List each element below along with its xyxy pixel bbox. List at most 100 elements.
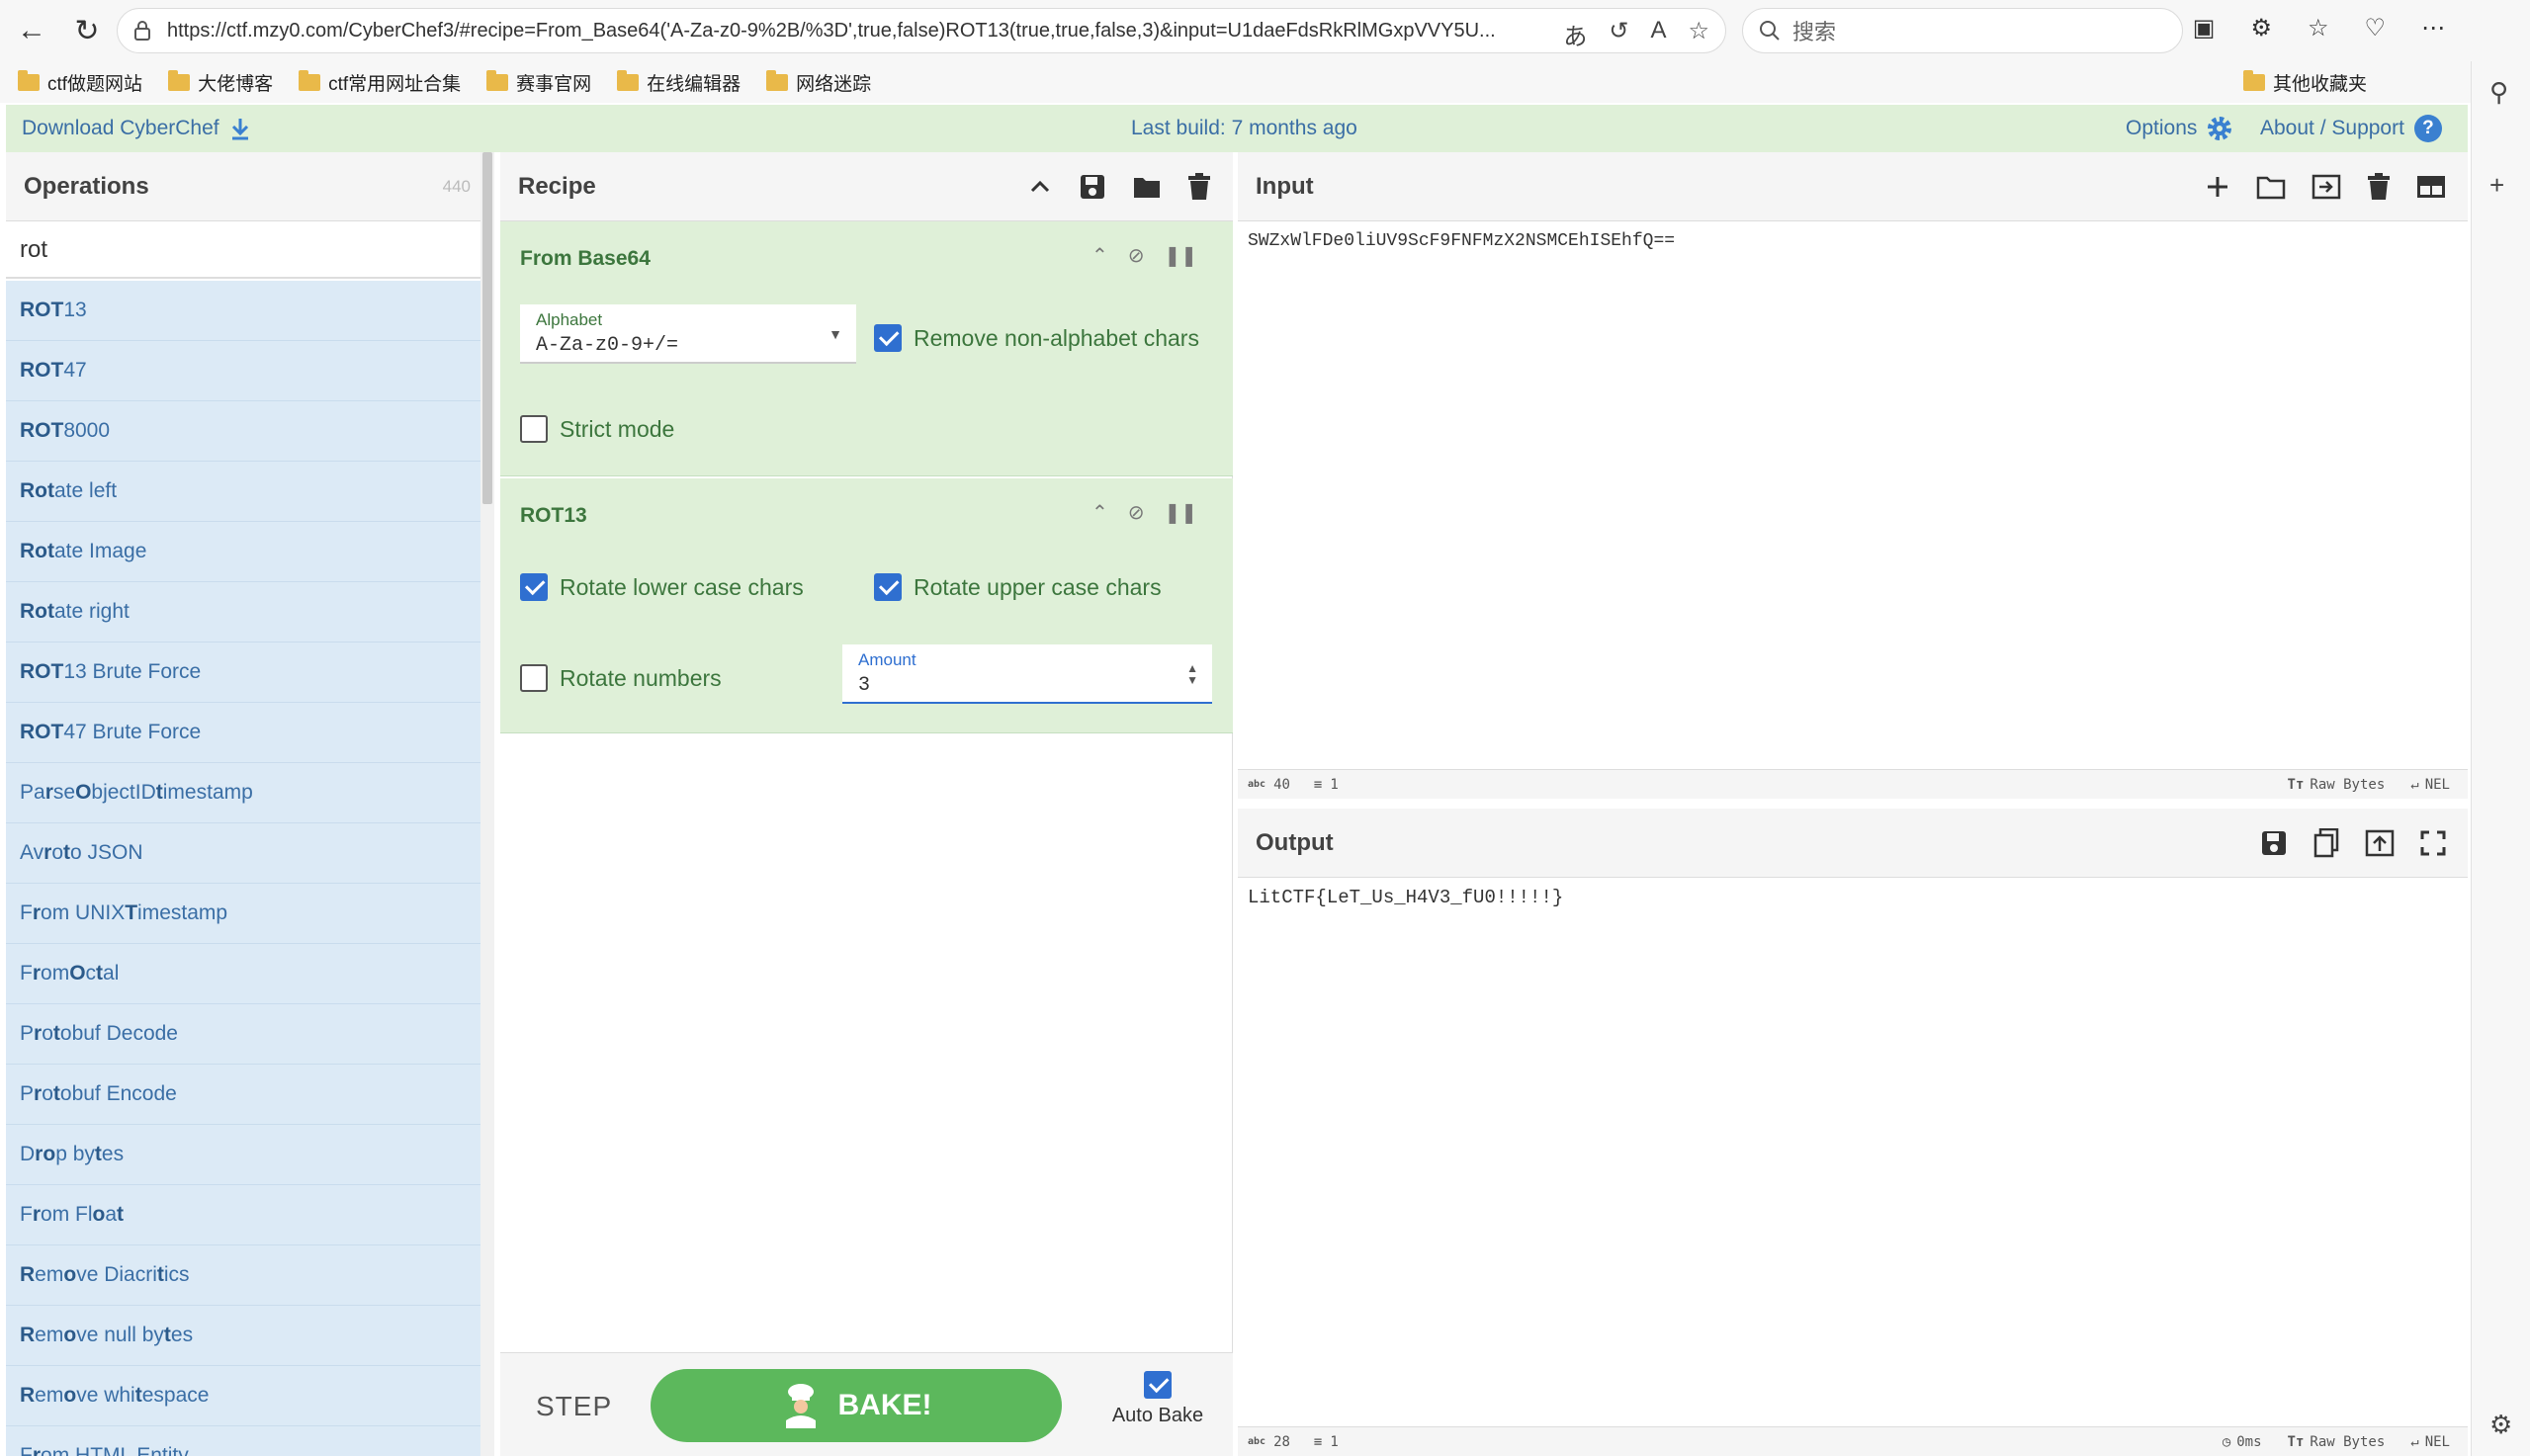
disable-op-icon[interactable]: ⊘ bbox=[1128, 500, 1145, 525]
collapse-all-icon[interactable] bbox=[1027, 174, 1053, 200]
checkbox-checked[interactable] bbox=[520, 573, 548, 601]
clear-input-icon[interactable] bbox=[2367, 172, 2391, 201]
operations-scrollbar[interactable] bbox=[480, 152, 494, 1456]
bookmark-folder[interactable]: 大佬博客 bbox=[168, 69, 273, 96]
breakpoint-icon[interactable]: ❚❚ bbox=[1164, 500, 1197, 525]
about-support-link[interactable]: About / Support ? bbox=[2260, 115, 2442, 142]
checkbox-unchecked[interactable] bbox=[520, 664, 548, 692]
site-info-icon[interactable] bbox=[131, 20, 153, 42]
operation-item[interactable]: Rem o ve whi t espace bbox=[6, 1366, 480, 1426]
markdown-extension-icon[interactable]: ▣ bbox=[2193, 14, 2216, 43]
operation-item[interactable]: ROT 8000 bbox=[6, 401, 480, 462]
operation-item[interactable]: ROT 47 Brute Force bbox=[6, 703, 480, 763]
other-bookmarks[interactable]: 其他收藏夹 bbox=[2242, 69, 2367, 96]
open-folder-icon[interactable] bbox=[2256, 174, 2286, 200]
more-menu-icon[interactable]: ⋯ bbox=[2421, 14, 2445, 43]
operation-item[interactable]: Pr o t obuf Decode bbox=[6, 1004, 480, 1065]
favorite-star-icon[interactable]: ☆ bbox=[1688, 17, 1709, 51]
input-encoding[interactable]: Tт Raw Bytes bbox=[2288, 777, 2386, 793]
search-sidebar-icon[interactable]: ⚲ bbox=[2489, 77, 2508, 108]
disable-op-icon[interactable]: ⊘ bbox=[1128, 243, 1145, 268]
remove-nonalpha-checkbox[interactable]: Remove non-alphabet chars bbox=[874, 324, 1199, 352]
sync-icon[interactable]: ↺ bbox=[1609, 17, 1628, 51]
browser-essentials-icon[interactable]: ♡ bbox=[2364, 14, 2386, 43]
clear-recipe-icon[interactable] bbox=[1187, 172, 1211, 201]
add-tab-icon[interactable] bbox=[2205, 174, 2230, 200]
bookmark-folder[interactable]: ctf做题网站 bbox=[18, 69, 142, 96]
operation-item[interactable]: ROT 13 bbox=[6, 281, 480, 341]
number-spinner-icon[interactable]: ▲ ▼ bbox=[1186, 662, 1198, 686]
recipe-op-rot13[interactable]: ROT13 ⌃ ⊘ ❚❚ Rotate lower case chars Rot… bbox=[500, 478, 1233, 733]
browser-search-box[interactable]: 搜索 bbox=[1742, 8, 2183, 53]
operation-item[interactable]: Fr om HTML Entity bbox=[6, 1426, 480, 1456]
save-recipe-icon[interactable] bbox=[1079, 173, 1106, 201]
collapse-op-icon[interactable]: ⌃ bbox=[1091, 243, 1108, 268]
operation-item[interactable]: Fr om Oc t al bbox=[6, 944, 480, 1004]
operation-item[interactable]: Rot ate right bbox=[6, 582, 480, 642]
download-cyberchef-link[interactable]: Download CyberChef bbox=[22, 117, 251, 140]
checkbox-checked[interactable] bbox=[1144, 1371, 1172, 1399]
add-sidebar-icon[interactable]: + bbox=[2489, 170, 2504, 201]
address-bar[interactable]: https://ctf.mzy0.com/CyberChef3/#recipe=… bbox=[117, 8, 1726, 53]
extensions-icon[interactable]: ⚙ bbox=[2250, 14, 2272, 43]
operation-item[interactable]: Fr om Fl o a t bbox=[6, 1185, 480, 1245]
translate-icon[interactable]: あ bbox=[1563, 17, 1587, 51]
checkbox-checked[interactable] bbox=[874, 573, 902, 601]
scrollbar-thumb[interactable] bbox=[482, 152, 492, 504]
replace-input-icon[interactable] bbox=[2365, 829, 2395, 857]
amount-input[interactable]: Amount 3 ▲ ▼ bbox=[842, 644, 1212, 704]
read-aloud-icon[interactable]: A bbox=[1650, 17, 1666, 51]
checkbox-checked[interactable] bbox=[874, 324, 902, 352]
bake-button[interactable]: BAKE! bbox=[651, 1369, 1062, 1442]
url-text[interactable]: https://ctf.mzy0.com/CyberChef3/#recipe=… bbox=[167, 20, 1531, 43]
rotate-upper-checkbox[interactable]: Rotate upper case chars bbox=[874, 573, 1162, 601]
bookmark-folder[interactable]: 在线编辑器 bbox=[617, 69, 741, 96]
operation-item[interactable]: Pr o t obuf Encode bbox=[6, 1065, 480, 1125]
operation-item[interactable]: Drop by t es bbox=[6, 1125, 480, 1185]
operation-item[interactable]: Pa r se ObjectID t imestamp bbox=[6, 763, 480, 823]
output-encoding[interactable]: Tт Raw Bytes bbox=[2288, 1434, 2386, 1450]
operation-item[interactable]: Rem o ve Diacri t ics bbox=[6, 1245, 480, 1306]
amount-value[interactable]: 3 bbox=[858, 674, 1196, 697]
output-textarea[interactable]: LitCTF{LeT_Us_H4V3_fU0!!!!!} bbox=[1248, 887, 1563, 908]
operation-item[interactable]: ROT 47 bbox=[6, 341, 480, 401]
output-eol[interactable]: ↵ NEL bbox=[2410, 1434, 2450, 1450]
strict-mode-checkbox[interactable]: Strict mode bbox=[520, 415, 674, 443]
auto-bake-checkbox[interactable]: Auto Bake bbox=[1103, 1371, 1212, 1427]
rotate-numbers-checkbox[interactable]: Rotate numbers bbox=[520, 664, 722, 692]
maximize-icon[interactable] bbox=[2420, 830, 2446, 856]
rotate-lower-checkbox[interactable]: Rotate lower case chars bbox=[520, 573, 804, 601]
recipe-op-from-base64[interactable]: From Base64 ⌃ ⊘ ❚❚ Alphabet A-Za-z0-9+/=… bbox=[500, 221, 1233, 476]
open-file-icon[interactable] bbox=[2312, 174, 2341, 200]
breakpoint-icon[interactable]: ❚❚ bbox=[1164, 243, 1197, 268]
input-textarea[interactable]: SWZxWlFDe0liUV9ScF9FNFMzX2NSMCEhISEhfQ== bbox=[1248, 231, 1675, 251]
bookmark-folder[interactable]: 赛事官网 bbox=[486, 69, 591, 96]
copy-output-icon[interactable] bbox=[2313, 827, 2339, 858]
output-header: Output bbox=[1238, 809, 2468, 878]
collapse-op-icon[interactable]: ⌃ bbox=[1091, 500, 1108, 525]
save-output-icon[interactable] bbox=[2260, 829, 2288, 857]
checkbox-unchecked[interactable] bbox=[520, 415, 548, 443]
input-header: Input bbox=[1238, 152, 2468, 221]
favorites-icon[interactable]: ☆ bbox=[2308, 14, 2329, 43]
bookmark-folder[interactable]: ctf常用网址合集 bbox=[299, 69, 461, 96]
refresh-icon[interactable]: ↻ bbox=[63, 7, 111, 54]
layout-icon[interactable] bbox=[2416, 175, 2446, 199]
operation-item[interactable]: Rem o ve null by t es bbox=[6, 1306, 480, 1366]
char-count-icon: abc bbox=[1248, 1436, 1266, 1447]
operation-item[interactable]: Rot ate left bbox=[6, 462, 480, 522]
operation-item[interactable]: Fr om UNIX Timestamp bbox=[6, 884, 480, 944]
step-button[interactable]: STEP bbox=[536, 1391, 612, 1422]
alphabet-select[interactable]: Alphabet A-Za-z0-9+/= ▼ bbox=[520, 304, 856, 364]
operations-search-input[interactable] bbox=[6, 223, 486, 279]
back-icon[interactable]: ← bbox=[8, 7, 55, 54]
operation-item[interactable]: Av r o to JSON bbox=[6, 823, 480, 884]
options-link[interactable]: Options bbox=[2126, 114, 2234, 143]
operation-item[interactable]: ROT 13 Brute Force bbox=[6, 642, 480, 703]
bookmark-folder[interactable]: 网络迷踪 bbox=[766, 69, 871, 96]
input-eol[interactable]: ↵ NEL bbox=[2410, 777, 2450, 793]
recipe-panel: Recipe From Base64 ⌃ ⊘ ❚❚ Alphabet A-Za-… bbox=[500, 152, 1233, 1456]
sidebar-settings-icon[interactable]: ⚙ bbox=[2489, 1410, 2512, 1440]
load-recipe-icon[interactable] bbox=[1132, 174, 1162, 200]
operation-item[interactable]: Rot ate Image bbox=[6, 522, 480, 582]
